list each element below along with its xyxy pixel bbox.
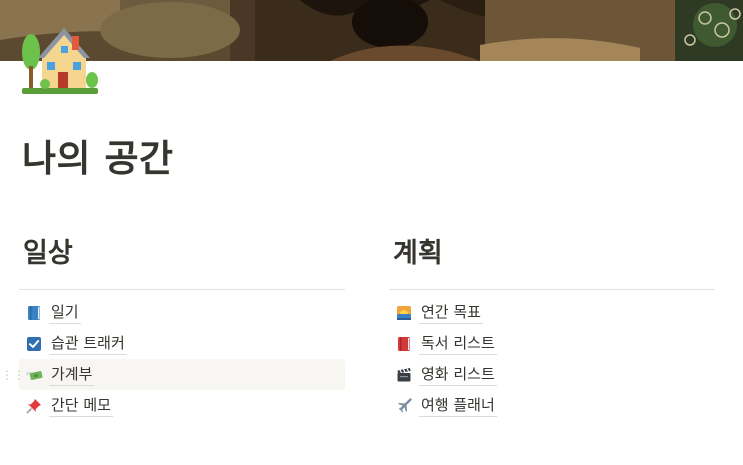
page-link-label: 여행 플래너 (419, 395, 497, 417)
page-link-label: 간단 메모 (49, 395, 113, 417)
page-link-annual-goals[interactable]: 연간 목표 (389, 297, 715, 328)
page-link-label: 습관 트래커 (49, 333, 127, 355)
money-with-wings-icon (25, 366, 43, 384)
page-link-label: 일기 (49, 302, 81, 324)
column-daily: 일상 일기 습관 트래커 ⋮⋮ 가계부 간단 메모 (1, 232, 345, 421)
divider (389, 289, 715, 290)
airplane-icon (395, 397, 413, 415)
column-plans: 계획 연간 목표 독서 리스트 영화 리스트 여행 플래너 (389, 232, 715, 421)
page-link-label: 영화 리스트 (419, 364, 497, 386)
page-link-reading-list[interactable]: 독서 리스트 (389, 328, 715, 359)
page-cover-image[interactable] (0, 0, 743, 61)
page-link-habit-tracker[interactable]: 습관 트래커 (19, 328, 345, 359)
blue-book-icon (25, 304, 43, 322)
house-with-garden-icon[interactable] (20, 22, 100, 96)
page-link-label: 연간 목표 (419, 302, 483, 324)
clapper-board-icon (395, 366, 413, 384)
column-heading-plans[interactable]: 계획 (389, 232, 715, 276)
column-heading-daily[interactable]: 일상 (19, 232, 345, 276)
page-link-label: 독서 리스트 (419, 333, 497, 355)
pushpin-icon (25, 397, 43, 415)
page-title[interactable]: 나의 공간 (22, 133, 174, 185)
cover-painting (0, 0, 743, 61)
page-link-budget[interactable]: ⋮⋮ 가계부 (1, 359, 345, 390)
notion-page: 나의 공간 일상 일기 습관 트래커 ⋮⋮ 가계부 간단 메모 계획 연간 목표… (0, 0, 743, 465)
drag-handle-icon[interactable]: ⋮⋮ (1, 367, 25, 383)
page-link-diary[interactable]: 일기 (19, 297, 345, 328)
divider (19, 289, 345, 290)
page-link-travel-planner[interactable]: 여행 플래너 (389, 390, 715, 421)
sunrise-icon (395, 304, 413, 322)
page-link-quick-memo[interactable]: 간단 메모 (19, 390, 345, 421)
check-box-icon (25, 335, 43, 353)
red-book-icon (395, 335, 413, 353)
page-link-movie-list[interactable]: 영화 리스트 (389, 359, 715, 390)
page-link-label: 가계부 (49, 364, 95, 386)
